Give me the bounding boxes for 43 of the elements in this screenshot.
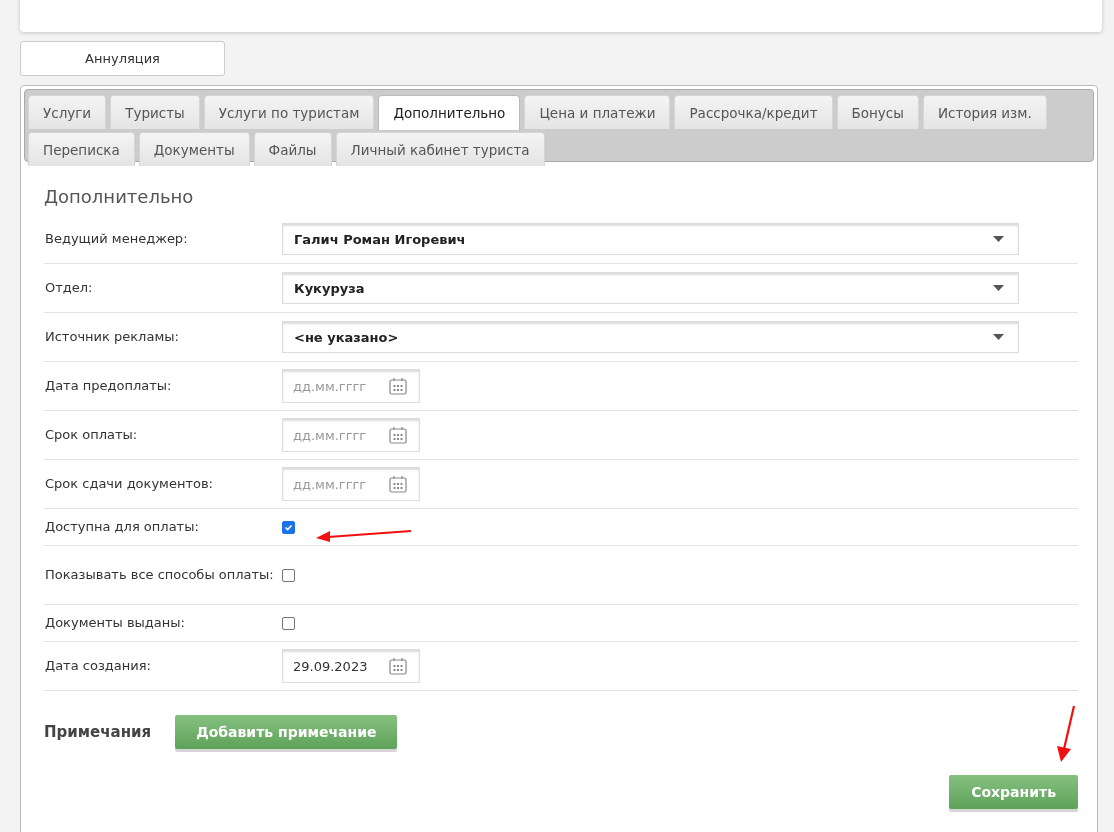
arrow-annotation xyxy=(1056,705,1076,763)
field-label: Срок оплаты: xyxy=(44,426,139,444)
tab[interactable]: Переписка xyxy=(28,132,135,166)
checkbox[interactable] xyxy=(282,520,295,534)
calendar-icon[interactable] xyxy=(389,426,407,444)
calendar-icon[interactable] xyxy=(389,657,407,675)
caret-icon xyxy=(993,334,1004,340)
field-label: Источник рекламы: xyxy=(44,328,180,346)
field-label: Доступна для оплаты: xyxy=(44,518,200,536)
calendar-icon[interactable] xyxy=(389,475,407,493)
cancel-button[interactable]: Аннуляция xyxy=(20,41,225,76)
select-field[interactable]: <не указано> xyxy=(282,321,1019,353)
tab[interactable]: История изм. xyxy=(922,95,1047,129)
tab[interactable]: Дополнительно xyxy=(378,95,521,130)
tab[interactable]: Файлы xyxy=(253,132,332,166)
tab[interactable]: Туристы xyxy=(110,95,200,129)
tab[interactable]: Рассрочка/кредит xyxy=(674,95,833,129)
tab[interactable]: Бонусы xyxy=(836,95,919,129)
tab[interactable]: Услуги по туристам xyxy=(203,95,375,129)
field-label: Срок сдачи документов: xyxy=(44,475,214,493)
date-field[interactable]: дд.мм.гггг xyxy=(282,467,420,501)
caret-icon xyxy=(993,236,1004,242)
field-label: Отдел: xyxy=(44,279,94,297)
field-label: Документы выданы: xyxy=(44,614,186,632)
checkbox[interactable] xyxy=(282,568,295,582)
date-field[interactable]: 29.09.2023 xyxy=(282,649,420,683)
caret-icon xyxy=(993,285,1004,291)
tab[interactable]: Личный кабинет туриста xyxy=(335,132,545,166)
field-label: Дата создания: xyxy=(44,657,152,675)
calendar-icon[interactable] xyxy=(389,377,407,395)
select-field[interactable]: Галич Роман Игоревич xyxy=(282,223,1019,255)
tab[interactable]: Услуги xyxy=(28,95,107,129)
field-label: Показывать все способы оплаты: xyxy=(44,566,275,584)
date-field[interactable]: дд.мм.гггг xyxy=(282,369,420,403)
field-label: Ведущий менеджер: xyxy=(44,230,189,248)
notes-title: Примечания xyxy=(44,723,152,741)
date-field[interactable]: дд.мм.гггг xyxy=(282,418,420,452)
checkbox[interactable] xyxy=(282,616,295,630)
section-title: Дополнительно xyxy=(44,186,195,207)
field-label: Дата предоплаты: xyxy=(44,377,173,395)
tab[interactable]: Цена и платежи xyxy=(524,95,671,129)
select-field[interactable]: Кукуруза xyxy=(282,272,1019,304)
tab[interactable]: Документы xyxy=(138,132,250,166)
